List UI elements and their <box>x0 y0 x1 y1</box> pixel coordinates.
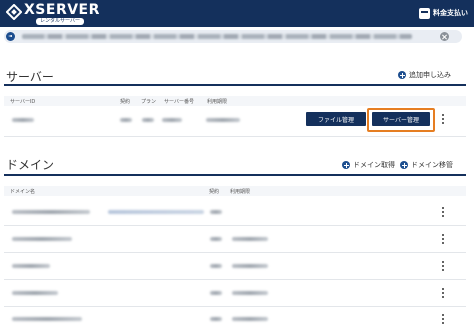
domain-expiry-redacted <box>232 237 268 241</box>
domain-section-divider <box>4 174 466 176</box>
server-table-header: サーバーID 契約 プラン サーバー番号 利用期限 <box>4 96 466 106</box>
domain-acquire-link[interactable]: ドメイン取得 <box>342 160 395 170</box>
domain-name-redacted <box>12 291 58 295</box>
file-manager-button[interactable]: ファイル管理 <box>306 112 366 126</box>
col-domain-name: ドメイン名 <box>10 189 36 195</box>
col-server-number: サーバー番号 <box>164 99 194 105</box>
domain-acquire-label: ドメイン取得 <box>353 161 395 169</box>
plus-icon <box>398 71 406 79</box>
logo-text: XSERVER <box>24 2 100 18</box>
domain-row <box>4 280 466 306</box>
domain-table-header: ドメイン名 契約 利用期限 <box>4 186 466 196</box>
col-expiry: 利用期限 <box>207 99 228 105</box>
plus-icon <box>342 161 350 169</box>
plus-icon <box>400 161 408 169</box>
domain-name-redacted <box>12 210 90 214</box>
logo-subtext: レンタルサーバー <box>36 18 84 25</box>
notice-bar[interactable] <box>4 30 462 43</box>
domain-contract-redacted <box>210 291 222 295</box>
col-server-id: サーバーID <box>10 99 36 105</box>
domain-note-redacted <box>108 210 204 214</box>
more-options-icon[interactable] <box>441 233 445 245</box>
domain-name-redacted <box>12 237 72 241</box>
domain-contract-redacted <box>210 237 222 241</box>
server-number-redacted <box>162 118 182 122</box>
more-options-icon[interactable] <box>441 260 445 272</box>
diamond-logo-icon <box>6 4 22 20</box>
top-header: XSERVER レンタルサーバー 料金支払い <box>0 0 474 27</box>
plan-redacted <box>142 118 154 122</box>
domain-name-redacted <box>12 317 82 321</box>
more-options-icon[interactable] <box>441 206 445 218</box>
domain-row <box>4 226 466 252</box>
col-domain-contract: 契約 <box>209 189 220 195</box>
domain-contract-redacted <box>210 317 222 321</box>
domain-transfer-label: ドメイン移管 <box>411 161 453 169</box>
domain-expiry-redacted <box>232 317 268 321</box>
domain-contract-redacted <box>210 264 222 268</box>
more-options-icon[interactable] <box>441 113 445 125</box>
notice-text-redacted <box>22 34 412 39</box>
add-application-label: 追加申し込み <box>409 71 451 79</box>
add-application-link[interactable]: 追加申し込み <box>398 70 451 80</box>
payment-link[interactable]: 料金支払い <box>419 6 468 20</box>
col-plan: プラン <box>141 99 157 105</box>
row-divider <box>4 136 466 137</box>
expiry-redacted <box>206 118 240 122</box>
domain-row <box>4 307 466 326</box>
highlight-box <box>367 108 435 132</box>
more-options-icon[interactable] <box>441 287 445 299</box>
more-options-icon[interactable] <box>441 313 445 325</box>
server-id-redacted <box>12 118 34 122</box>
domain-expiry-redacted <box>232 291 268 295</box>
domain-expiry-redacted <box>232 264 268 268</box>
domain-contract-redacted <box>210 210 222 214</box>
contract-redacted <box>120 118 132 122</box>
col-domain-expiry: 利用期限 <box>230 189 251 195</box>
domain-transfer-link[interactable]: ドメイン移管 <box>400 160 453 170</box>
domain-name-redacted <box>12 264 50 268</box>
megaphone-icon <box>6 32 15 41</box>
server-section-title: サーバー <box>6 70 54 84</box>
domain-section-title: ドメイン <box>6 158 55 172</box>
xserver-logo[interactable]: XSERVER レンタルサーバー <box>6 2 116 26</box>
close-icon[interactable] <box>440 32 449 41</box>
domain-row <box>4 199 466 225</box>
payment-icon <box>419 7 430 19</box>
col-contract: 契約 <box>120 99 131 105</box>
server-section-divider <box>4 84 466 86</box>
domain-row <box>4 253 466 279</box>
payment-label: 料金支払い <box>433 9 468 17</box>
